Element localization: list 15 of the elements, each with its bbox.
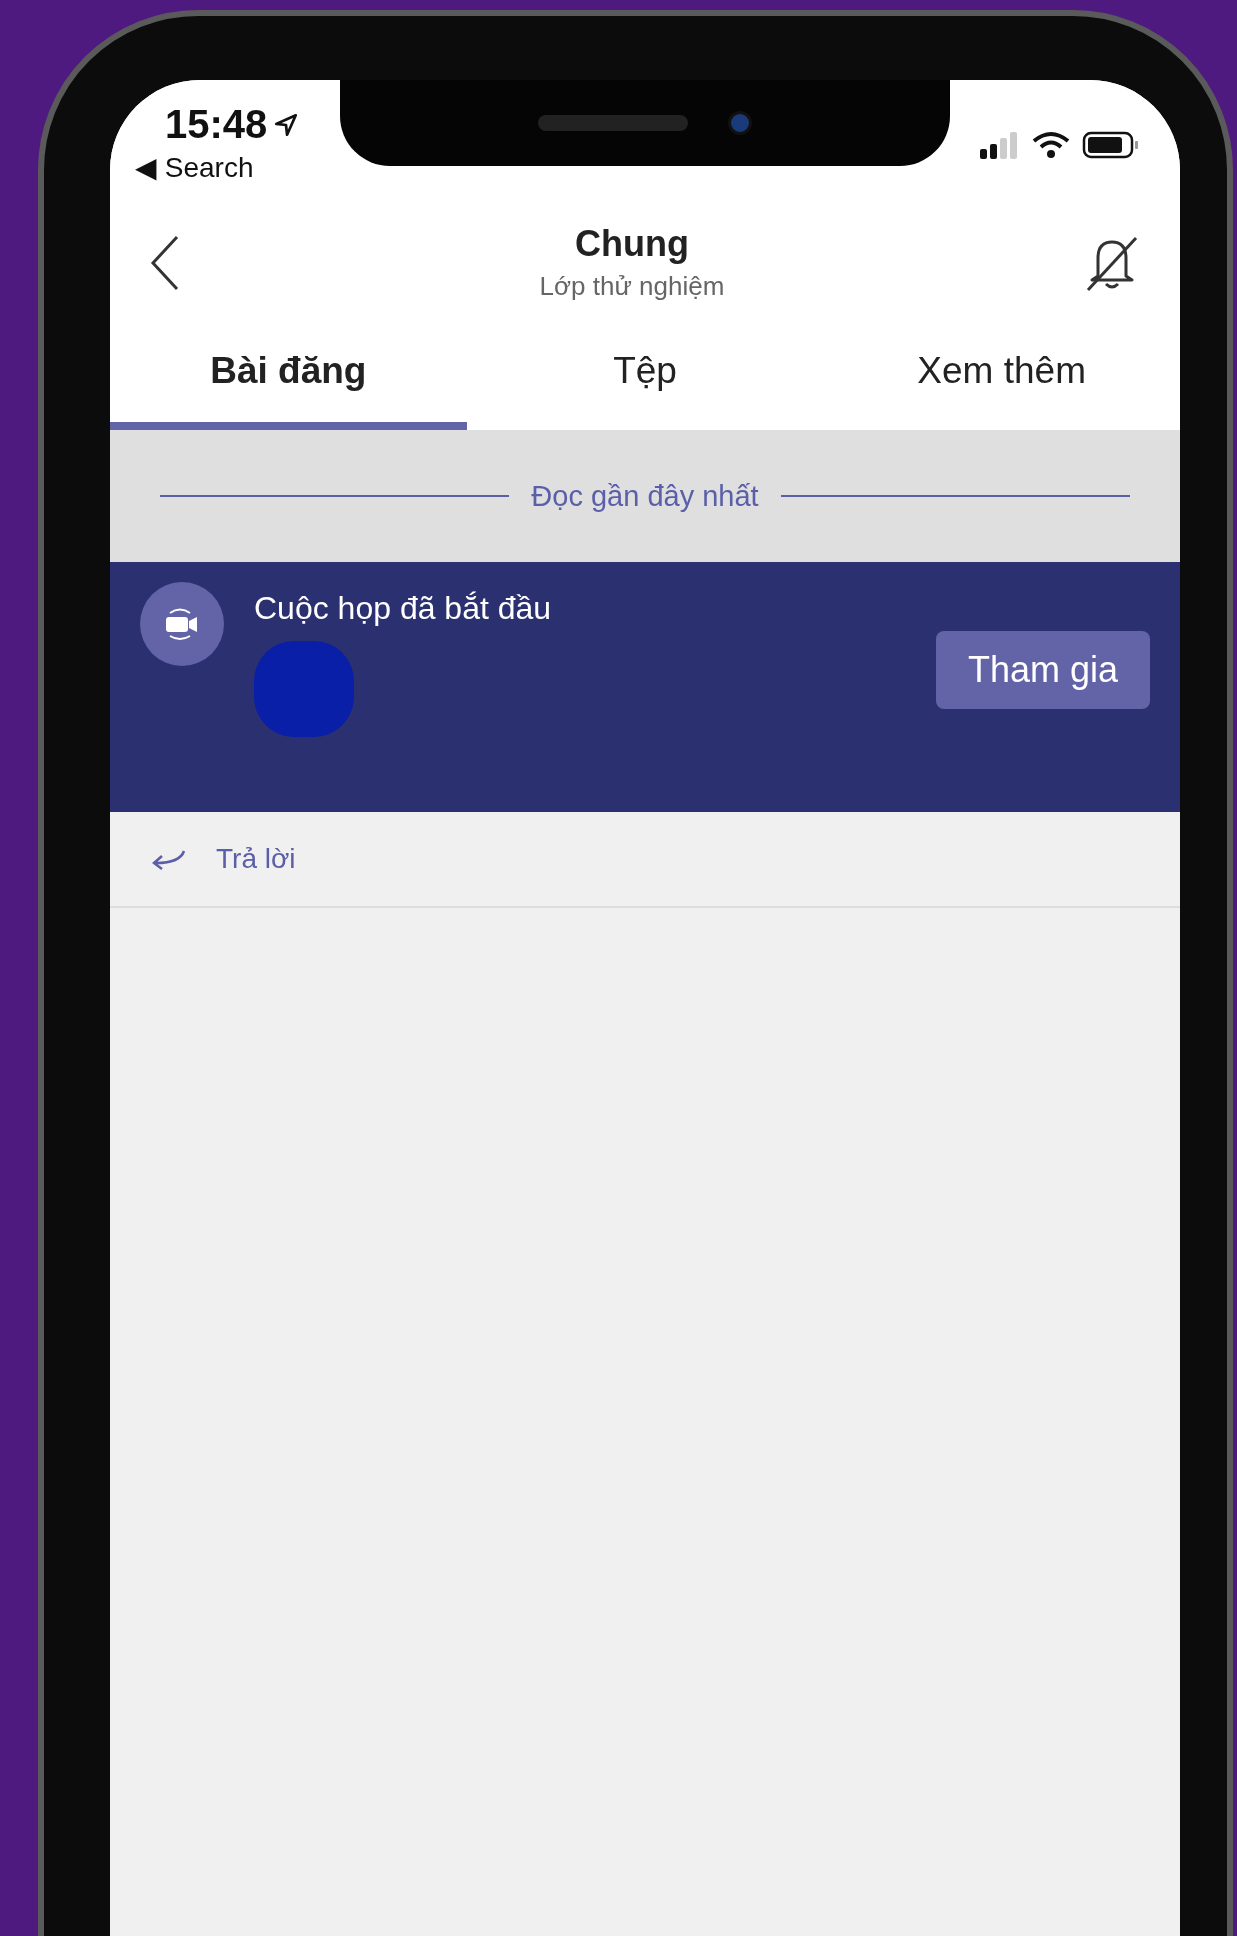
- tab[interactable]: Xem thêm: [823, 320, 1180, 430]
- channel-title: Chung: [575, 223, 689, 265]
- location-arrow-icon: [273, 111, 300, 138]
- wifi-icon: [1032, 131, 1070, 159]
- reply-link[interactable]: Trả lời: [216, 843, 296, 875]
- back-to-search-link[interactable]: ◀ Search: [135, 151, 300, 184]
- tab[interactable]: Tệp: [466, 320, 824, 430]
- signal-icon: [980, 131, 1020, 159]
- meeting-started-text: Cuộc họp đã bắt đầu: [254, 590, 553, 627]
- back-chevron-icon[interactable]: [150, 234, 180, 291]
- join-button[interactable]: Tham gia: [935, 631, 1150, 709]
- team-name: Lớp thử nghiệm: [539, 271, 725, 302]
- last-read-divider-label: Đọc gần đây nhất: [531, 479, 759, 513]
- status-time: 15:48: [165, 102, 268, 147]
- battery-icon: [1082, 131, 1140, 159]
